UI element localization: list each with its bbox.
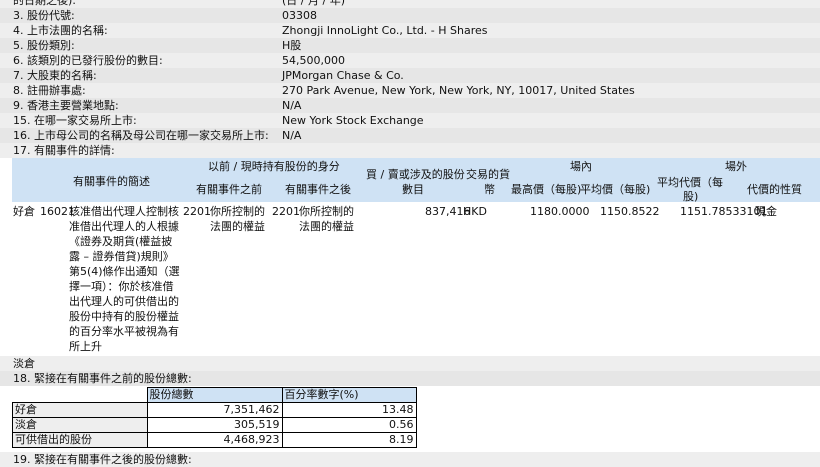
field-row-date: 的日期之後): (日 / 月 / 年) bbox=[0, 0, 820, 8]
field-label: 16. 上市母公司的名稱及母公司在哪一家交易所上市: bbox=[13, 129, 269, 142]
header-off-avg-line2: 股) bbox=[683, 190, 699, 203]
field-label: 15. 在哪一家交易所上市: bbox=[13, 114, 137, 127]
field-row-registered-office: 8. 註冊辦事處: 270 Park Avenue, New York, New… bbox=[0, 83, 820, 98]
field-row-issuer-name: 4. 上市法團的名稱: Zhongji InnoLight Co., Ltd. … bbox=[0, 23, 820, 38]
header-currency-line2: 幣 bbox=[484, 183, 495, 196]
header-nature: 代價的性質 bbox=[747, 183, 802, 196]
field-row-issued-shares: 6. 該類別的已發行股份的數目: 54,500,000 bbox=[0, 53, 820, 68]
row-position: 好倉 bbox=[13, 205, 35, 218]
row-pct: 8.19 bbox=[281, 432, 417, 448]
field-label: 8. 註冊辦事處: bbox=[13, 84, 86, 97]
field-row-substantial-shareholder: 7. 大股東的名稱: JPMorgan Chase & Co. bbox=[0, 68, 820, 83]
field-label: 5. 股份類別: bbox=[13, 39, 75, 52]
header-highest-price: 最高價（每股) bbox=[511, 183, 582, 196]
header-before: 有關事件之前 bbox=[196, 183, 262, 196]
field-label: 3. 股份代號: bbox=[13, 9, 75, 22]
field-label: 的日期之後): bbox=[13, 0, 76, 7]
field-row-share-class: 5. 股份類別: H股 bbox=[0, 38, 820, 53]
row-pct: 0.56 bbox=[281, 417, 417, 433]
field-label: 7. 大股東的名稱: bbox=[13, 69, 97, 82]
row-label: 好倉 bbox=[12, 402, 148, 418]
header-after: 有關事件之後 bbox=[285, 183, 351, 196]
field-row-stock-code: 3. 股份代號: 03308 bbox=[0, 8, 820, 23]
field-label: 9. 香港主要營業地點: bbox=[13, 99, 119, 112]
header-off-avg-line1: 平均代價（每 bbox=[657, 176, 723, 189]
header-currency-line1: 交易的貨 bbox=[466, 168, 510, 181]
field-value: Zhongji InnoLight Co., Ltd. - H Shares bbox=[282, 24, 488, 37]
row-label: 可供借出的股份 bbox=[12, 432, 148, 448]
row-label: 淡倉 bbox=[12, 417, 148, 433]
row-average-price: 1150.8522 bbox=[600, 205, 660, 218]
field-row-parent-company: 16. 上市母公司的名稱及母公司在哪一家交易所上市: N/A bbox=[0, 128, 820, 143]
row-before-capacity: 你所控制的法團的權益 bbox=[210, 205, 265, 233]
totals-header-row: 股份總數 百分率數字(%) bbox=[13, 387, 417, 403]
field-label: 4. 上市法團的名稱: bbox=[13, 24, 108, 37]
row-consideration-nature: 現金 bbox=[755, 205, 777, 218]
table-row: 可供借出的股份 4,468,923 8.19 bbox=[12, 432, 417, 448]
row-before-code: 2201 bbox=[183, 205, 211, 218]
row-event-description: 核准借出代理人控制核准借出代理人的人根據《證券及期貨(權益披露 – 證券借貸)規… bbox=[69, 205, 180, 353]
header-capacity: 以前 / 現時持有股份的身分 bbox=[208, 160, 340, 173]
field-value: 270 Park Avenue, New York, New York, NY,… bbox=[282, 84, 635, 97]
header-off-exchange: 場外 bbox=[725, 160, 747, 173]
field-row-listing-exchange: 15. 在哪一家交易所上市: New York Stock Exchange bbox=[0, 113, 820, 128]
header-event-desc: 有關事件的簡述 bbox=[73, 175, 150, 188]
field-value: (日 / 月 / 年) bbox=[282, 0, 345, 7]
field-value: New York Stock Exchange bbox=[282, 114, 424, 127]
row-total: 4,468,923 bbox=[146, 432, 283, 448]
section18-title: 18. 緊接在有關事件之前的股份總數: bbox=[13, 372, 192, 385]
col-percentage: 百分率數字(%) bbox=[281, 387, 417, 403]
field-value: JPMorgan Chase & Co. bbox=[282, 69, 404, 82]
field-label: 17. 有關事件的詳情: bbox=[13, 144, 115, 157]
row-currency: HKD bbox=[463, 205, 487, 218]
table-row: 淡倉 305,519 0.56 bbox=[12, 417, 417, 433]
header-shares-line1: 買 / 賣或涉及的股份 bbox=[366, 168, 465, 181]
section18-title-row: 18. 緊接在有關事件之前的股份總數: bbox=[0, 371, 820, 386]
header-shares-line2: 數目 bbox=[402, 183, 424, 196]
field-row-hk-business-place: 9. 香港主要營業地點: N/A bbox=[0, 98, 820, 113]
table-row: 好倉 7,351,462 13.48 bbox=[12, 402, 417, 418]
field-value: 03308 bbox=[282, 9, 317, 22]
col-total-shares: 股份總數 bbox=[146, 387, 283, 403]
row-after-code: 2201 bbox=[272, 205, 300, 218]
header-average-price: 平均價（每股) bbox=[580, 183, 651, 196]
header-on-exchange: 場內 bbox=[570, 160, 592, 173]
row-highest-price: 1180.0000 bbox=[530, 205, 590, 218]
short-position-row: 淡倉 bbox=[0, 356, 820, 371]
row-total: 305,519 bbox=[146, 417, 283, 433]
field-value: H股 bbox=[282, 39, 302, 52]
row-total: 7,351,462 bbox=[146, 402, 283, 418]
totals-table: 股份總數 百分率數字(%) 好倉 7,351,462 13.48 淡倉 305,… bbox=[12, 387, 417, 448]
field-row-event-details: 17. 有關事件的詳情: bbox=[0, 143, 820, 158]
row-pct: 13.48 bbox=[281, 402, 417, 418]
row-after-capacity: 你所控制的法團的權益 bbox=[299, 205, 354, 233]
short-position-label: 淡倉 bbox=[13, 357, 35, 370]
field-value: N/A bbox=[282, 129, 302, 142]
field-value: N/A bbox=[282, 99, 302, 112]
field-label: 6. 該類別的已發行股份的數目: bbox=[13, 54, 163, 67]
field-value: 54,500,000 bbox=[282, 54, 345, 67]
